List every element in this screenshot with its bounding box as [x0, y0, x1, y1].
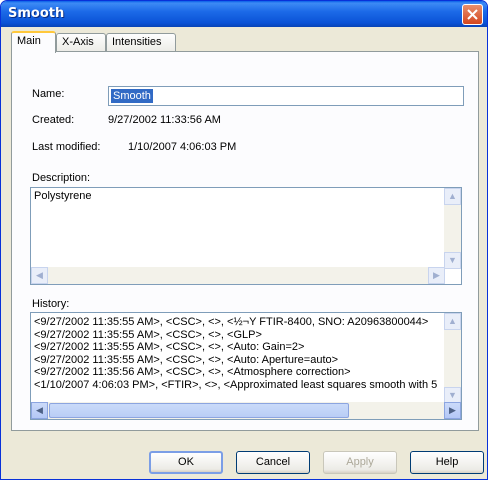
scroll-left-icon[interactable]: ◀ — [31, 267, 48, 284]
name-label: Name: — [32, 88, 65, 100]
description-vertical-scrollbar[interactable]: ▲ ▼ — [444, 188, 461, 269]
history-entries: <9/27/2002 11:35:55 AM>, <CSC>, <>, <½¬Y… — [34, 316, 461, 391]
history-list[interactable]: <9/27/2002 11:35:55 AM>, <CSC>, <>, <½¬Y… — [30, 312, 462, 420]
tab-intensities-label: Intensities — [112, 36, 162, 48]
scrollbar-thumb[interactable] — [49, 403, 349, 418]
tab-x-axis[interactable]: X-Axis — [56, 33, 106, 52]
description-textarea[interactable]: Polystyrene ▲ ▼ ◀ ▶ — [30, 187, 462, 285]
scroll-left-icon[interactable]: ◀ — [31, 402, 48, 419]
tab-x-axis-label: X-Axis — [62, 36, 94, 48]
history-vertical-scrollbar[interactable]: ▲ ▼ — [444, 313, 461, 404]
window-title: Smooth — [8, 6, 65, 21]
close-button[interactable] — [462, 4, 483, 25]
created-value: 9/27/2002 11:33:56 AM — [108, 114, 221, 126]
title-bar[interactable]: Smooth — [1, 1, 487, 27]
scroll-up-icon[interactable]: ▲ — [444, 188, 461, 205]
cancel-button[interactable]: Cancel — [236, 451, 310, 474]
history-entry: <9/27/2002 11:35:55 AM>, <CSC>, <>, <GLP… — [34, 328, 262, 341]
scroll-up-icon[interactable]: ▲ — [444, 313, 461, 330]
help-button[interactable]: Help — [410, 451, 484, 474]
last-modified-value: 1/10/2007 4:06:03 PM — [128, 141, 237, 153]
history-entry: <1/10/2007 4:06:03 PM>, <FTIR>, <>, <App… — [34, 378, 438, 391]
description-label: Description: — [32, 172, 91, 184]
history-entry: <9/27/2002 11:35:55 AM>, <CSC>, <>, <Aut… — [34, 341, 305, 353]
description-text: Polystyrene — [34, 190, 92, 202]
history-entry: <9/27/2002 11:35:55 AM>, <CSC>, <>, <Aut… — [34, 353, 339, 366]
history-horizontal-scrollbar[interactable]: ◀ ▶ — [31, 402, 461, 419]
apply-button[interactable]: Apply — [323, 451, 397, 474]
scroll-down-icon[interactable]: ▼ — [444, 252, 461, 269]
history-entry: <9/27/2002 11:35:55 AM>, <CSC>, <>, <½¬Y… — [34, 316, 429, 328]
close-icon — [467, 9, 478, 20]
tab-intensities[interactable]: Intensities — [106, 33, 176, 52]
main-tab-panel: Name: Smooth Created: 9/27/2002 11:33:56… — [11, 51, 479, 431]
ok-button[interactable]: OK — [149, 451, 223, 474]
name-field-value: Smooth — [111, 89, 153, 103]
name-field[interactable]: Smooth — [108, 86, 464, 106]
tab-main[interactable]: Main — [11, 31, 56, 53]
scroll-right-icon[interactable]: ▶ — [428, 267, 445, 284]
created-label: Created: — [32, 114, 75, 126]
last-modified-label: Last modified: — [32, 141, 101, 153]
scroll-right-icon[interactable]: ▶ — [444, 402, 461, 419]
description-horizontal-scrollbar[interactable]: ◀ ▶ — [31, 267, 445, 284]
history-label: History: — [32, 298, 70, 310]
history-entry: <9/27/2002 11:35:56 AM>, <CSC>, <>, <Atm… — [34, 366, 351, 378]
tab-main-label: Main — [17, 35, 41, 47]
smooth-dialog: Smooth Main X-Axis Intensities Name: Smo… — [0, 0, 488, 480]
